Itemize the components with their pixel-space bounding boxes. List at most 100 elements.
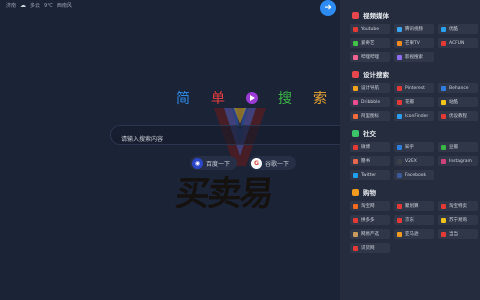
- site-link[interactable]: 阿里图标: [350, 111, 390, 121]
- site-link[interactable]: Dribbble: [350, 97, 390, 107]
- site-icon: [353, 113, 358, 119]
- search-engine-buttons: ◉ 百度一下 G 谷歌一下: [190, 156, 297, 170]
- google-search-button[interactable]: G 谷歌一下: [249, 156, 297, 170]
- watermark-text: 买卖易: [173, 174, 274, 214]
- section-title-label: 社交: [363, 130, 376, 138]
- site-link[interactable]: 京东: [394, 215, 434, 225]
- site-icon: [353, 26, 358, 32]
- search-box[interactable]: [110, 125, 340, 149]
- site-link[interactable]: 哔哩哔哩: [350, 52, 390, 62]
- site-link-label: Instagram: [449, 158, 472, 164]
- site-link[interactable]: 设计导航: [350, 83, 390, 93]
- logo-char: 简: [176, 91, 191, 107]
- site-link[interactable]: 腾讯视频: [394, 24, 434, 34]
- site-icon: [397, 231, 402, 237]
- site-link-label: 拼多多: [361, 218, 375, 223]
- site-link[interactable]: 淘宝网: [350, 201, 390, 211]
- site-link-label: 设计导航: [361, 86, 379, 91]
- section-title: 购物: [352, 187, 472, 197]
- site-link[interactable]: 优设教程: [438, 111, 478, 121]
- site-icon: [397, 172, 402, 178]
- site-link-label: ACFUN: [449, 40, 465, 46]
- site-icon: [353, 245, 358, 251]
- weather-temp: 9℃: [44, 2, 53, 9]
- site-link[interactable]: 知乎: [394, 142, 434, 152]
- site-icon: [353, 203, 358, 209]
- site-link[interactable]: 网易严选: [350, 229, 390, 239]
- site-link-label: 淘宝网: [361, 204, 375, 209]
- site-link-label: 优设教程: [449, 114, 467, 119]
- site-icon: [353, 54, 358, 60]
- site-link[interactable]: 芒果TV: [394, 38, 434, 48]
- logo-char: 索: [313, 91, 328, 107]
- section-icon: [352, 70, 359, 78]
- site-link[interactable]: V2EX: [394, 156, 434, 166]
- cloud-icon: ☁: [20, 2, 27, 9]
- site-icon: [397, 217, 402, 223]
- site-icon: [353, 40, 358, 46]
- section-icon: [352, 188, 359, 196]
- site-link-label: 当当: [449, 232, 458, 237]
- site-link[interactable]: IconFinder: [394, 111, 434, 121]
- google-icon: G: [251, 157, 263, 169]
- site-icon: [353, 85, 358, 91]
- site-link[interactable]: Facebook: [394, 170, 434, 180]
- site-link[interactable]: 簡书: [350, 156, 390, 166]
- weather-widget[interactable]: 济南 ☁ 多云 9℃ 西南风: [6, 2, 72, 9]
- section-title: 设计搜索: [352, 69, 472, 79]
- site-link[interactable]: 淘宝特卖: [438, 201, 478, 211]
- weather-condition: 多云: [30, 3, 41, 9]
- site-link[interactable]: 亚马逊: [394, 229, 434, 239]
- site-icon: [397, 158, 402, 164]
- link-grid: 设计导航 Pinterest Behance Dribbble 花瓣 站酷阿里图标 Icon…: [350, 83, 478, 121]
- site-icon: [441, 85, 446, 91]
- link-grid: 微博 知乎 豆瓣簡书 V2EX Instagram Twitter Facebook: [350, 142, 478, 180]
- site-icon: [397, 54, 402, 60]
- site-link[interactable]: Instagram: [438, 156, 478, 166]
- site-icon: [441, 40, 446, 46]
- site-link[interactable]: 拼多多: [350, 215, 390, 225]
- site-icon: [441, 217, 446, 223]
- site-icon: [441, 231, 446, 237]
- site-link[interactable]: 站酷: [438, 97, 478, 107]
- site-link[interactable]: 豆瓣: [438, 142, 478, 152]
- site-link[interactable]: 优酷: [438, 24, 478, 34]
- site-link-label: 腾讯视频: [405, 27, 423, 32]
- play-logo-icon: [246, 92, 258, 104]
- weather-wind: 西南风: [56, 3, 72, 9]
- site-icon: [353, 158, 358, 164]
- site-link[interactable]: 爱奇艺: [350, 38, 390, 48]
- site-icon: [353, 172, 358, 178]
- site-link-label: 豆瓣: [449, 145, 458, 150]
- site-link[interactable]: Pinterest: [394, 83, 434, 93]
- logo-char: 单: [211, 91, 226, 107]
- site-link-label: V2EX: [405, 158, 417, 164]
- site-link-label: 知乎: [405, 145, 414, 150]
- site-link[interactable]: ACFUN: [438, 38, 478, 48]
- site-link-label: 亚马逊: [405, 232, 419, 237]
- site-link-label: 影视搜索: [405, 55, 423, 60]
- site-link-label: IconFinder: [405, 113, 429, 119]
- arrow-right-icon[interactable]: ➜: [320, 0, 336, 16]
- site-link[interactable]: Youtube: [350, 24, 390, 34]
- site-link[interactable]: 聚划算: [394, 201, 434, 211]
- link-grid: 淘宝网 聚划算 淘宝特卖拼多多 京东 苏宁易购网易严选 亚马逊 当当识货网: [350, 201, 478, 253]
- baidu-search-button[interactable]: ◉ 百度一下: [190, 156, 238, 170]
- site-link[interactable]: 当当: [438, 229, 478, 239]
- site-link[interactable]: 微博: [350, 142, 390, 152]
- site-icon: [397, 113, 402, 119]
- site-icon: [397, 99, 402, 105]
- site-link[interactable]: 苏宁易购: [438, 215, 478, 225]
- engine-label: 谷歌一下: [265, 160, 290, 168]
- site-link-label: 优酷: [449, 27, 458, 32]
- site-link[interactable]: Behance: [438, 83, 478, 93]
- weather-city: 济南: [6, 3, 17, 9]
- baidu-icon: ◉: [192, 157, 203, 169]
- site-link[interactable]: 识货网: [350, 243, 390, 253]
- site-link-label: 爱奇艺: [361, 41, 375, 46]
- site-link[interactable]: 影视搜索: [394, 52, 434, 62]
- site-link[interactable]: Twitter: [350, 170, 390, 180]
- site-link[interactable]: 花瓣: [394, 97, 434, 107]
- search-input[interactable]: [111, 130, 340, 149]
- site-link-label: 苏宁易购: [449, 218, 467, 223]
